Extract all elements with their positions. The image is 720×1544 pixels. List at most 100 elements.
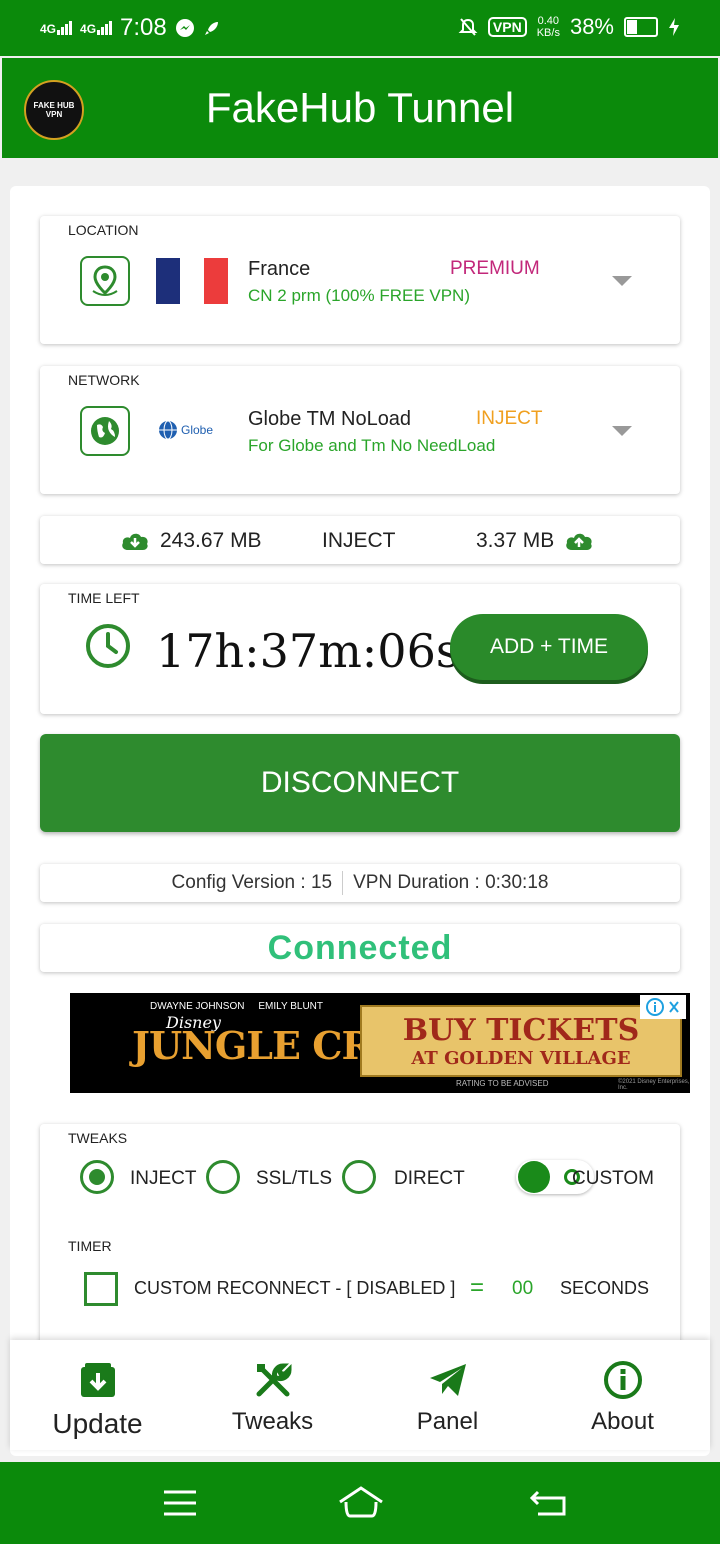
- vpn-duration: VPN Duration : 0:30:18: [353, 872, 549, 893]
- ad-actor: EMILY BLUNT: [258, 1001, 324, 1012]
- connection-status-bar: Connected: [40, 924, 680, 972]
- globe-logo-text: Globe: [181, 423, 214, 437]
- back-icon[interactable]: [530, 1488, 568, 1518]
- ad-actor: DWAYNE JOHNSON: [150, 1001, 245, 1012]
- radio-ssl-tls[interactable]: [206, 1160, 240, 1194]
- ad-buy-line2: AT GOLDEN VILLAGE: [411, 1048, 631, 1069]
- system-navigation-bar: [0, 1462, 720, 1544]
- ad-close-icon[interactable]: [668, 1000, 680, 1014]
- globe-logo-icon: [159, 420, 177, 440]
- custom-reconnect-label[interactable]: CUSTOM RECONNECT - [ DISABLED ]: [134, 1278, 455, 1299]
- radio-label[interactable]: DIRECT: [394, 1168, 465, 1190]
- ad-rating: RATING TO BE ADVISED: [456, 1079, 549, 1088]
- add-time-button[interactable]: ADD + TIME: [450, 614, 648, 680]
- update-icon: [80, 1363, 115, 1397]
- clock-icon: [86, 624, 130, 668]
- tools-icon: [256, 1363, 292, 1397]
- france-flag-icon: [156, 258, 228, 304]
- signal-icon: 4G: [80, 21, 113, 36]
- network-name: Globe TM NoLoad: [248, 408, 412, 430]
- info-icon: [603, 1361, 642, 1399]
- disconnect-button[interactable]: DISCONNECT: [40, 734, 680, 832]
- speed-value: 0.40: [537, 15, 560, 27]
- charging-icon: [669, 18, 679, 36]
- time-left-card: TIME LEFT 17h:37m:06s ADD + TIME: [40, 584, 680, 714]
- ad-buy-tickets[interactable]: BUY TICKETS AT GOLDEN VILLAGE: [360, 1005, 682, 1077]
- location-name: France: [248, 258, 311, 280]
- signal-icon: 4G: [40, 21, 73, 36]
- config-info-bar: Config Version : 15 VPN Duration : 0:30:…: [40, 864, 680, 902]
- ad-buy-line1: BUY TICKETS: [402, 1013, 640, 1048]
- network-card[interactable]: NETWORK Globe Globe TM NoLoad INJECT For…: [40, 366, 680, 494]
- radio-label[interactable]: SSL/TLS: [256, 1168, 332, 1190]
- home-icon[interactable]: [336, 1484, 386, 1520]
- network-speed: 0.40 KB/s: [537, 15, 560, 39]
- custom-label[interactable]: CUSTOM: [572, 1168, 654, 1190]
- globe-telecom-logo: Globe: [158, 416, 228, 444]
- app-bar: FAKE HUB VPN FakeHub Tunnel: [2, 58, 718, 158]
- bottom-navigation: Update Tweaks Panel About: [10, 1340, 710, 1450]
- equals-sign: =: [470, 1274, 485, 1301]
- nav-label: Update: [52, 1408, 143, 1439]
- radio-direct[interactable]: [342, 1160, 376, 1194]
- custom-reconnect-checkbox[interactable]: [84, 1272, 118, 1306]
- upload-value: 3.37 MB: [476, 529, 555, 552]
- ad-copyright: ©2021 Disney Enterprises, Inc.: [618, 1079, 690, 1091]
- location-caption: LOCATION: [68, 222, 139, 238]
- nav-label: About: [591, 1408, 654, 1435]
- ad-banner[interactable]: DWAYNE JOHNSON EMILY BLUNT Disney JUNGLE…: [70, 993, 690, 1093]
- cloud-upload-icon: [566, 533, 592, 550]
- ad-info-icon[interactable]: [646, 998, 664, 1016]
- tweaks-caption: TWEAKS: [68, 1130, 128, 1146]
- battery-fill: [627, 20, 637, 34]
- rocket-icon: [204, 22, 218, 35]
- upload-stat: 3.37 MB: [476, 529, 594, 553]
- radio-inject[interactable]: [80, 1160, 114, 1194]
- chevron-down-icon[interactable]: [612, 276, 632, 286]
- clock-text: 7:08: [120, 14, 167, 41]
- traffic-stats: 243.67 MB INJECT 3.37 MB: [40, 516, 680, 564]
- location-detail: CN 2 prm (100% FREE VPN): [248, 286, 470, 305]
- nav-tweaks[interactable]: Tweaks: [185, 1340, 360, 1450]
- telegram-icon: [429, 1364, 466, 1396]
- ad-cast: DWAYNE JOHNSON EMILY BLUNT: [150, 1001, 323, 1012]
- speed-unit: KB/s: [536, 27, 560, 39]
- stats-mode: INJECT: [322, 529, 396, 552]
- chevron-down-icon[interactable]: [612, 426, 632, 436]
- location-pin-icon: [80, 256, 130, 306]
- cloud-download-icon: [122, 533, 148, 550]
- messenger-icon: [175, 19, 194, 37]
- main-panel: LOCATION France PREMIUM CN 2 prm (100% F…: [10, 186, 710, 1456]
- toggle-knob: [518, 1161, 550, 1193]
- radio-label[interactable]: INJECT: [130, 1168, 197, 1190]
- status-bar: 4G 4G 7:08 VPN 0.40 KB/s 38%: [0, 0, 720, 56]
- divider: [342, 871, 344, 895]
- download-value: 243.67 MB: [160, 529, 262, 552]
- nav-label: Panel: [416, 1408, 479, 1435]
- network-type-label: 4G: [80, 22, 97, 36]
- premium-badge: PREMIUM: [450, 258, 540, 279]
- time-left-value: 17h:37m:06s: [156, 624, 460, 678]
- download-stat: 243.67 MB: [120, 529, 262, 553]
- vpn-badge: VPN: [487, 17, 527, 37]
- location-card[interactable]: LOCATION France PREMIUM CN 2 prm (100% F…: [40, 216, 680, 344]
- nav-update[interactable]: Update: [10, 1340, 185, 1450]
- tweaks-card: TWEAKS INJECT SSL/TLS DIRECT CUSTOM TIME…: [40, 1124, 680, 1364]
- menu-icon[interactable]: [162, 1488, 198, 1518]
- connection-status: Connected: [267, 928, 453, 967]
- timer-caption: TIMER: [68, 1238, 112, 1254]
- ad-choices[interactable]: [640, 995, 686, 1019]
- seconds-label: SECONDS: [560, 1278, 650, 1298]
- network-detail: For Globe and Tm No NeedLoad: [248, 436, 496, 455]
- network-type-label: 4G: [40, 22, 57, 36]
- config-version: Config Version : 15: [171, 872, 333, 893]
- nav-label: Tweaks: [231, 1408, 314, 1435]
- nav-panel[interactable]: Panel: [360, 1340, 535, 1450]
- time-left-caption: TIME LEFT: [68, 590, 140, 606]
- app-title: FakeHub Tunnel: [205, 84, 515, 131]
- battery-icon: [624, 17, 658, 37]
- nav-about[interactable]: About: [535, 1340, 710, 1450]
- reconnect-seconds-value[interactable]: 00: [512, 1278, 533, 1300]
- mute-icon: [458, 18, 478, 36]
- network-caption: NETWORK: [68, 372, 140, 388]
